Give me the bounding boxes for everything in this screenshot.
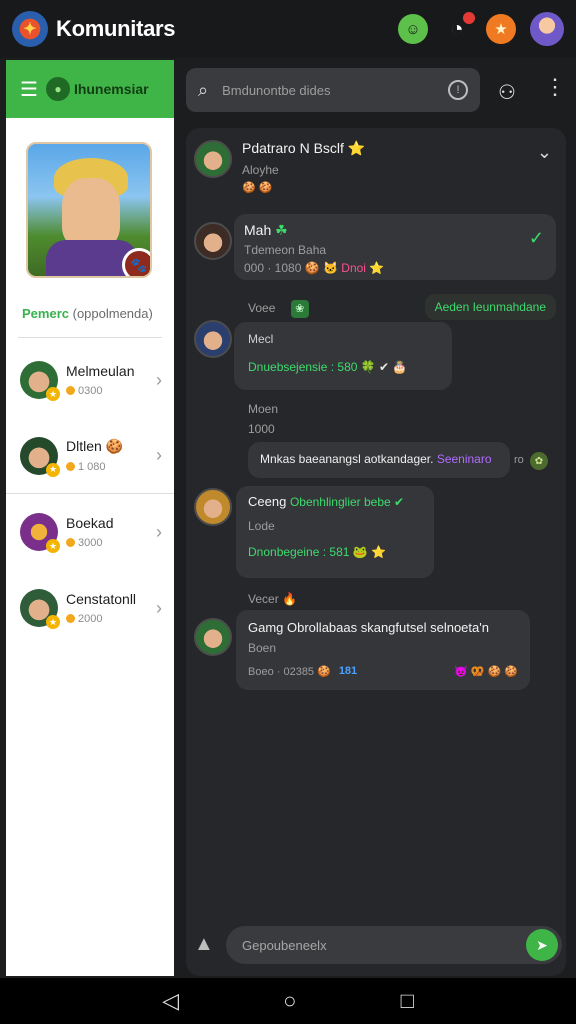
pinned-name: Pdatraro N Bsclf ⭐ <box>242 140 366 156</box>
message-suffix: ro <box>514 454 524 466</box>
top-bar: ✦ Komunitars ☺ ◔ ★ <box>0 0 576 58</box>
send-icon[interactable]: ➤ <box>526 929 558 961</box>
message-composer[interactable]: Gepoubeneelx ➤ <box>226 926 562 964</box>
app-title: Komunitars <box>56 16 176 41</box>
star-icon: ★ <box>46 615 60 629</box>
friend-item[interactable]: ★ Censtatonll 2000 › <box>6 570 174 646</box>
back-icon[interactable]: ◁ <box>162 988 179 1014</box>
friend-item[interactable]: ★ Boekad 3000 › <box>6 494 174 570</box>
friend-avatar: ★ <box>20 513 60 553</box>
friend-coins: 0300 <box>66 385 156 397</box>
app-root: ✦ Komunitars ☺ ◔ ★ ☰ ● Ihunemsiar 🐾 Peme… <box>0 0 576 1024</box>
friend-name: Melmeulan <box>66 363 135 379</box>
friends-icon[interactable]: ☺ <box>398 14 428 44</box>
message-body: Dnuebsejensie : 580 🍀 ✔ 🎂 <box>248 360 408 374</box>
friend-avatar: ★ <box>20 436 60 477</box>
message-sub: Lode <box>248 519 275 533</box>
search-input[interactable]: Bmdunontbe dides <box>222 83 448 98</box>
check-icon: ✓ <box>528 228 544 248</box>
notification-badge <box>463 12 475 24</box>
community-icon: ● <box>45 77 70 101</box>
search-bar[interactable]: ⌕ Bmdunontbe dides ! <box>186 68 480 112</box>
star-icon: ★ <box>46 462 60 477</box>
coin-icon <box>66 386 75 395</box>
chat-panel: Pdatraro N Bsclf ⭐ Aloyhe 🍪 🍪 ⌄ Mah ☘ Td… <box>186 128 566 976</box>
message-bubble[interactable]: Mah ☘ Tdemeon Baha 000 · 1080 🍪 🐱 Dnoi ⭐… <box>234 214 556 280</box>
pinned-header: Pdatraro N Bsclf ⭐ Aloyhe 🍪 🍪 <box>242 140 365 194</box>
chevron-right-icon: › <box>156 597 162 618</box>
chevron-right-icon: › <box>156 369 162 390</box>
message-bubble[interactable]: Mnkas baeanangsl aotkandager. Seeninaro <box>248 442 510 478</box>
sidebar: ☰ ● Ihunemsiar 🐾 Pemerc (oppolmenda) ★ M… <box>6 60 174 976</box>
chat-avatar[interactable] <box>194 618 232 656</box>
pinned-emojis: 🍪 🍪 <box>242 182 273 194</box>
friend-list: ★ Melmeulan 0300 › ★ Dltlen 🍪 1 080 › ★ … <box>6 342 174 646</box>
pet-badge-icon: 🐾 <box>122 248 150 276</box>
message-bubble[interactable]: Gamg Obrollabaas skangfutsel selnoeta'n … <box>236 610 530 690</box>
friend-item[interactable]: ★ Melmeulan 0300 › <box>6 342 174 418</box>
message-author: Ceeng Obenhlinglier bebe ✔ <box>248 494 405 509</box>
message-author: Mah ☘ <box>244 222 288 238</box>
reaction-icon[interactable]: ✿ <box>530 452 548 470</box>
menu-icon[interactable]: ☰ <box>20 77 38 102</box>
status-tag[interactable]: Aeden Ieunmahdane <box>424 294 556 320</box>
system-row: Voee ❀ <box>248 300 309 318</box>
chat-avatar[interactable] <box>194 488 232 526</box>
message-bubble[interactable]: Ceeng Obenhlinglier bebe ✔ Lode Dnonbege… <box>236 486 434 578</box>
pinned-sub: Aloyhe <box>242 163 279 177</box>
chat-avatar[interactable] <box>194 140 232 178</box>
chevron-down-icon[interactable]: ⌄ <box>537 142 552 163</box>
recents-icon[interactable]: □ <box>401 988 414 1014</box>
tag-icon: ❀ <box>290 300 309 318</box>
coin-icon <box>66 614 75 623</box>
message-author: Mecl <box>248 332 274 346</box>
chat-avatar[interactable] <box>194 320 232 358</box>
friend-name: Dltlen 🍪 <box>66 438 124 454</box>
sidebar-header: ☰ ● Ihunemsiar <box>6 60 174 118</box>
message-body: Gamg Obrollabaas skangfutsel selnoeta'n <box>248 620 489 635</box>
user-icon[interactable]: ⚇ <box>498 80 516 105</box>
app-logo-icon: ✦ <box>12 11 48 47</box>
search-icon[interactable]: ⌕ <box>198 80 208 101</box>
chevron-right-icon: › <box>156 521 162 542</box>
system-navbar: ◁ ○ □ <box>0 978 576 1024</box>
attach-icon[interactable]: ▲ <box>194 933 214 956</box>
message-bubble[interactable]: Mecl Dnuebsejensie : 580 🍀 ✔ 🎂 <box>234 322 452 390</box>
verified-icon: ☘ <box>275 222 288 238</box>
coin-icon <box>66 462 75 471</box>
message-input[interactable]: Gepoubeneelx <box>242 938 526 953</box>
profile-card[interactable]: 🐾 <box>26 142 152 278</box>
message-sub: Boen <box>248 641 277 655</box>
friend-coins: 2000 <box>66 613 156 625</box>
friend-name: Censtatonll <box>66 591 137 607</box>
friend-item[interactable]: ★ Dltlen 🍪 1 080 › <box>6 418 174 494</box>
message-sub: Tdemeon Baha <box>244 243 327 257</box>
sidebar-divider <box>18 337 162 338</box>
friend-coins: 1 080 <box>66 461 156 473</box>
star-icon: ★ <box>46 539 60 553</box>
top-icons: ☺ ◔ ★ <box>398 12 564 46</box>
system-row: Vecer 🔥 <box>248 592 297 606</box>
friend-name: Boekad <box>66 515 114 531</box>
rewards-icon[interactable]: ★ <box>486 14 516 44</box>
coin-icon <box>66 538 75 547</box>
friend-avatar: ★ <box>20 361 60 401</box>
star-icon: ★ <box>46 387 60 401</box>
chat-avatar[interactable] <box>194 222 232 260</box>
friend-coins: 3000 <box>66 537 156 549</box>
sidebar-title: Ihunemsiar <box>73 81 149 97</box>
message-meta: 000 · 1080 🍪 🐱 Dnoi ⭐ <box>244 261 385 275</box>
message-meta: Boeo · 02385 🍪 181 👿 🥨 🍪 🍪 <box>248 665 518 678</box>
profile-caption: Pemerc (oppolmenda) <box>22 306 153 321</box>
hero-face <box>62 178 120 248</box>
chevron-right-icon: › <box>156 445 162 465</box>
message-body: Dnonbegeine : 581 🐸 ⭐ <box>248 545 386 559</box>
friend-avatar: ★ <box>20 589 60 629</box>
info-icon[interactable]: ! <box>448 80 468 100</box>
notification-icon[interactable]: ◔ <box>442 12 475 44</box>
system-row: Moen 1000 <box>248 402 279 436</box>
more-icon[interactable]: ⋮ <box>544 76 566 98</box>
home-icon[interactable]: ○ <box>283 988 296 1014</box>
profile-avatar[interactable] <box>530 12 564 46</box>
